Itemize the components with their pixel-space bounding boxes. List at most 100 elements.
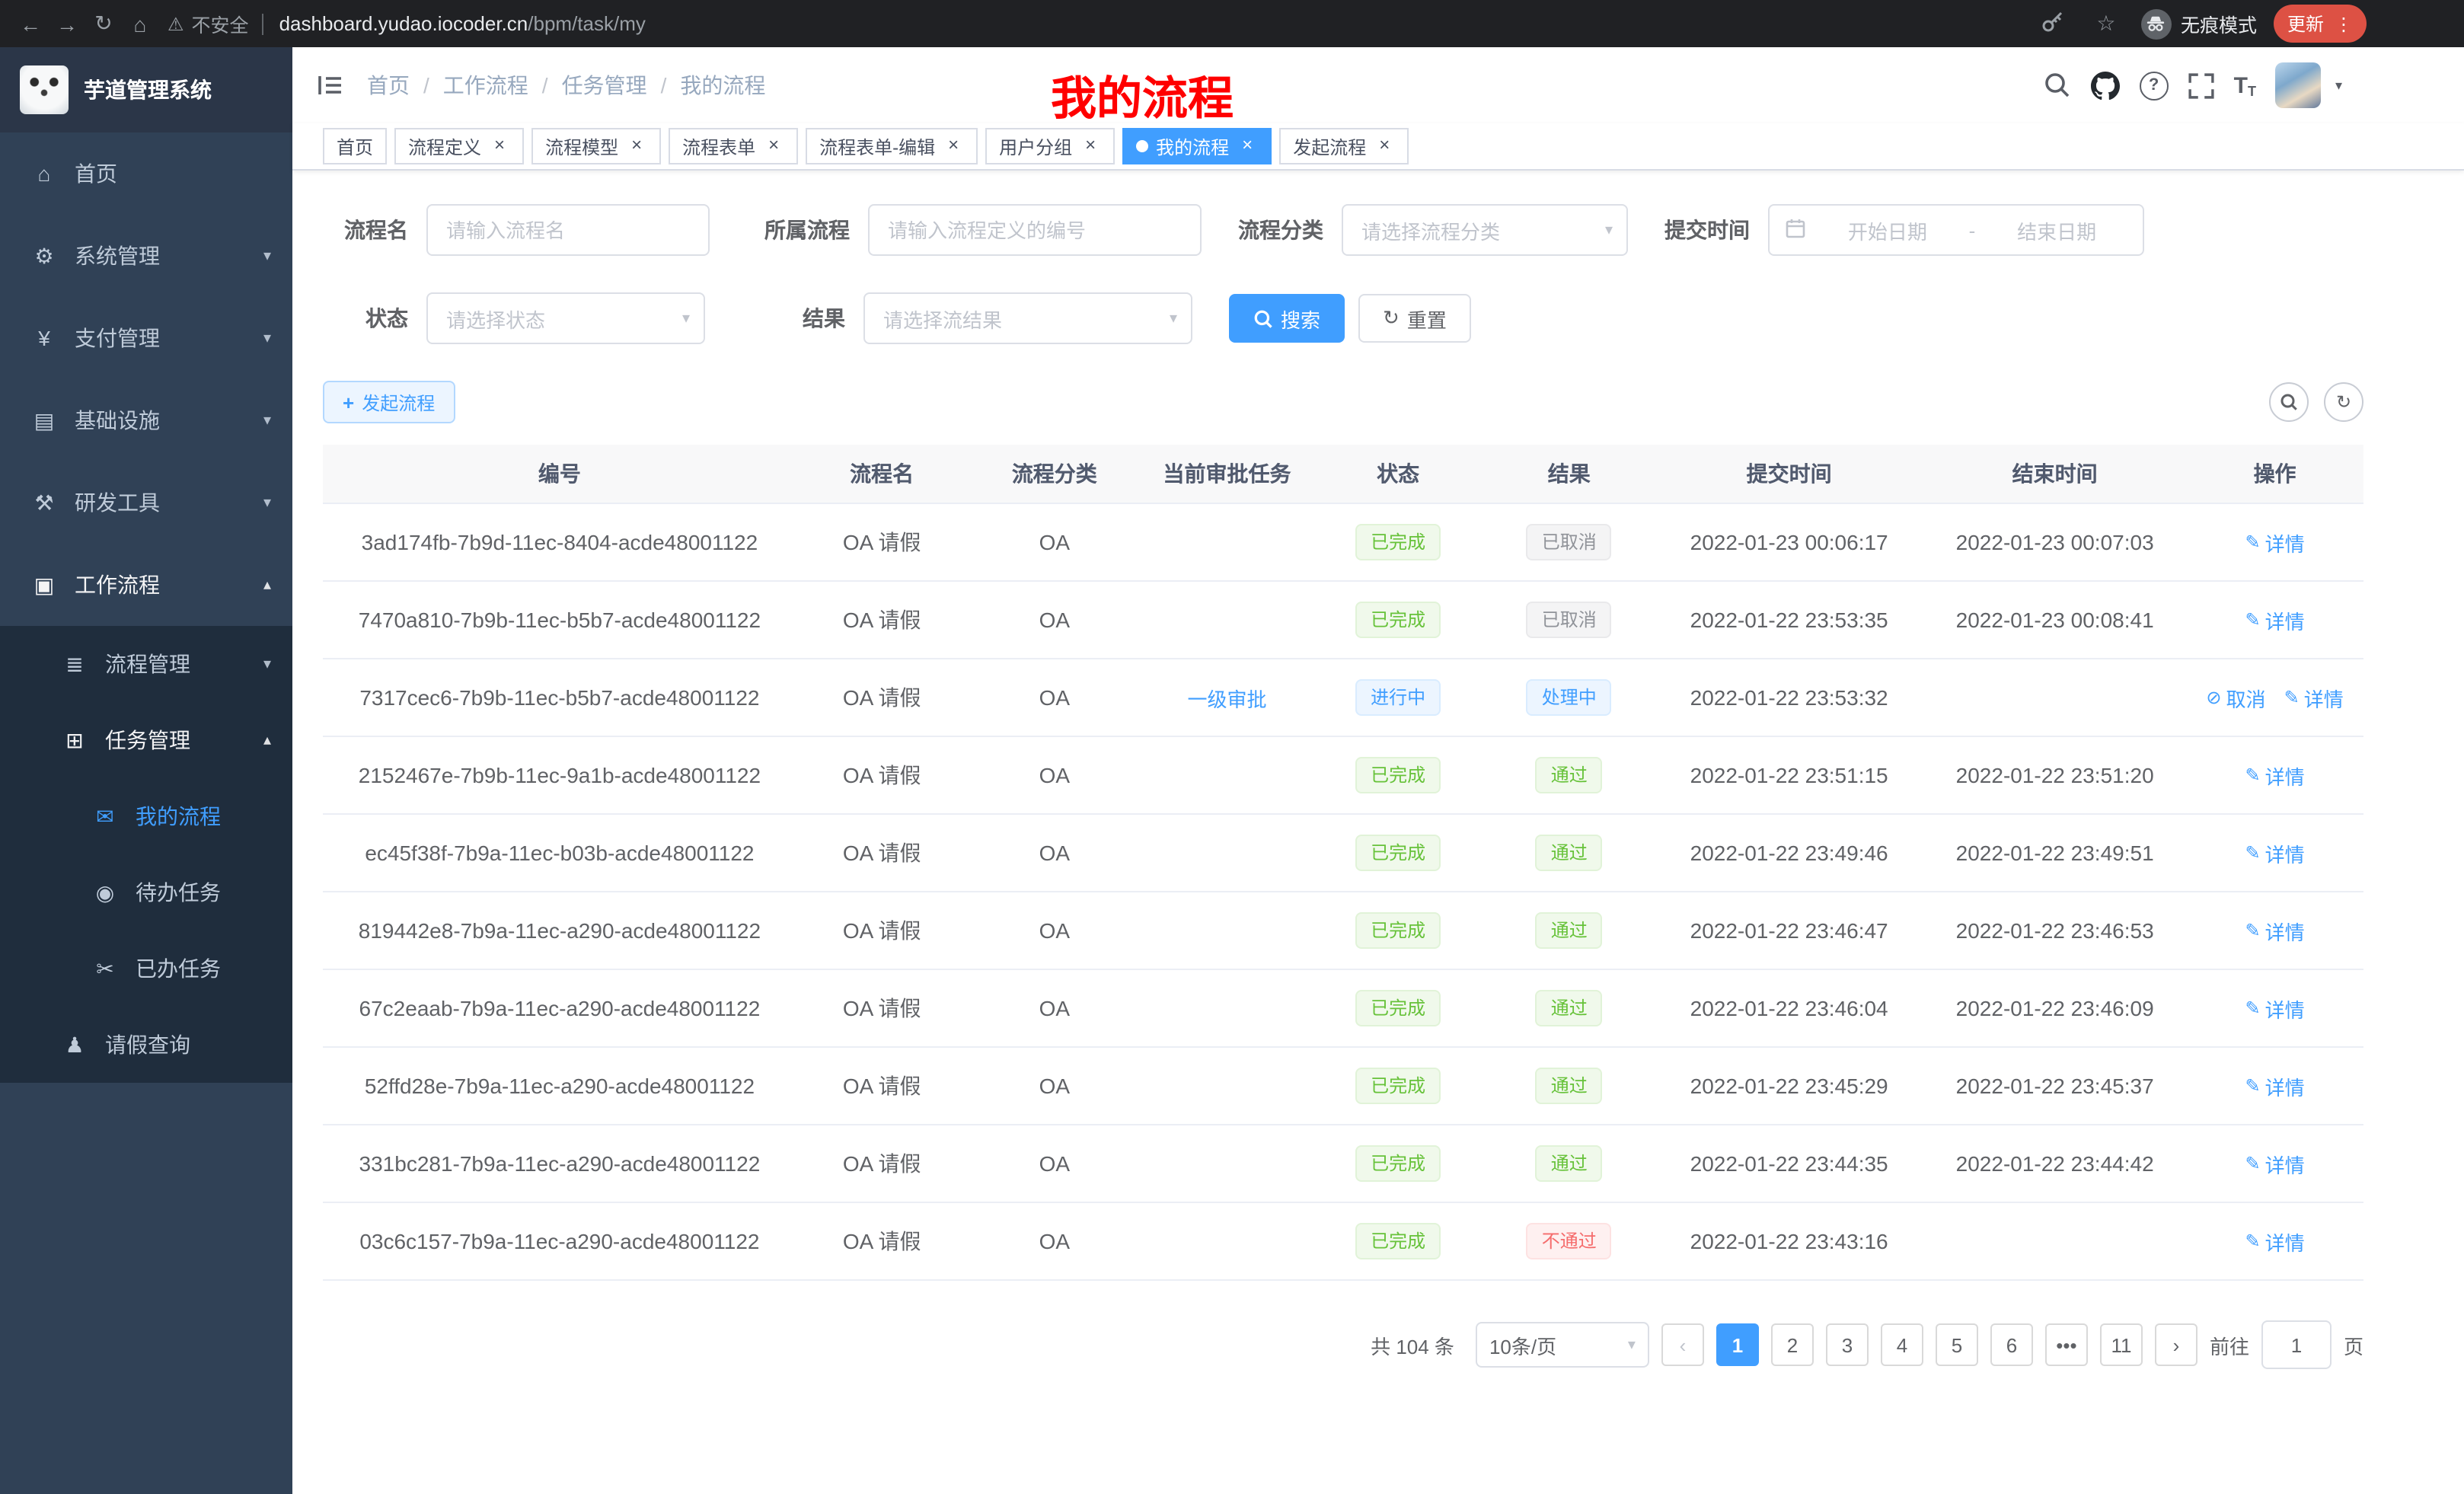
tab-4[interactable]: 流程表单-编辑× bbox=[806, 128, 978, 164]
breadcrumb-item[interactable]: 工作流程 bbox=[443, 70, 528, 101]
next-page-button[interactable]: › bbox=[2155, 1323, 2197, 1366]
page-button-2[interactable]: 2 bbox=[1771, 1323, 1814, 1366]
cell-status: 已完成 bbox=[1313, 814, 1484, 892]
page-button-5[interactable]: 5 bbox=[1936, 1323, 1978, 1366]
tab-1[interactable]: 流程定义× bbox=[394, 128, 524, 164]
detail-link[interactable]: ✎详情 bbox=[2284, 683, 2344, 712]
browser-forward-icon[interactable]: → bbox=[49, 11, 85, 36]
breadcrumb-item[interactable]: 首页 bbox=[367, 70, 410, 101]
sidebar-item-8[interactable]: ✉我的流程 bbox=[0, 778, 292, 854]
cell-result: 通过 bbox=[1483, 736, 1655, 814]
tab-3[interactable]: 流程表单× bbox=[669, 128, 798, 164]
close-icon[interactable]: × bbox=[943, 136, 964, 157]
jump-page-input[interactable] bbox=[2261, 1320, 2332, 1369]
category-select[interactable]: 请选择流程分类 ▾ bbox=[1342, 204, 1628, 256]
close-icon[interactable]: × bbox=[763, 136, 784, 157]
tab-2[interactable]: 流程模型× bbox=[531, 128, 661, 164]
select-placeholder: 请选择流结果 bbox=[883, 304, 1002, 333]
sidebar-item-9[interactable]: ◉待办任务 bbox=[0, 854, 292, 931]
sidebar-item-4[interactable]: ⚒研发工具▾ bbox=[0, 461, 292, 544]
font-size-icon[interactable]: TT bbox=[2234, 72, 2256, 98]
process-name-input[interactable] bbox=[426, 204, 710, 256]
reset-button[interactable]: ↻ 重置 bbox=[1358, 294, 1471, 343]
prev-page-button[interactable]: ‹ bbox=[1661, 1323, 1704, 1366]
page-buttons: 123456 ••• 11 bbox=[1716, 1323, 2143, 1366]
browser-back-icon[interactable]: ← bbox=[12, 11, 49, 36]
cancel-link[interactable]: ⊘取消 bbox=[2206, 683, 2265, 712]
close-icon[interactable]: × bbox=[1237, 136, 1258, 157]
page-button-4[interactable]: 4 bbox=[1881, 1323, 1923, 1366]
table-row: 03c6c157-7b9a-11ec-a290-acde48001122OA 请… bbox=[323, 1202, 2363, 1280]
sidebar-item-6[interactable]: ≣流程管理▾ bbox=[0, 626, 292, 702]
sidebar-item-11[interactable]: ♟请假查询 bbox=[0, 1007, 292, 1083]
detail-link[interactable]: ✎详情 bbox=[2245, 605, 2305, 634]
sidebar-item-3[interactable]: ▤基础设施▾ bbox=[0, 379, 292, 461]
search-button[interactable]: 搜索 bbox=[1229, 294, 1345, 343]
detail-link[interactable]: ✎详情 bbox=[2245, 916, 2305, 945]
security-label[interactable]: 不安全 bbox=[192, 9, 249, 38]
cancel-icon: ⊘ bbox=[2206, 687, 2221, 708]
detail-link[interactable]: ✎详情 bbox=[2245, 1149, 2305, 1178]
tab-0[interactable]: 首页 bbox=[323, 128, 387, 164]
close-icon[interactable]: × bbox=[1374, 136, 1395, 157]
sidebar-item-2[interactable]: ¥支付管理▾ bbox=[0, 297, 292, 379]
detail-link[interactable]: ✎详情 bbox=[2245, 994, 2305, 1023]
breadcrumb-item[interactable]: 任务管理 bbox=[562, 70, 647, 101]
page-size-select[interactable]: 10条/页 ▾ bbox=[1476, 1322, 1649, 1368]
detail-link[interactable]: ✎详情 bbox=[2245, 1227, 2305, 1256]
page-ellipsis[interactable]: ••• bbox=[2045, 1323, 2088, 1366]
sidebar-item-label: 流程管理 bbox=[105, 649, 263, 679]
tab-7[interactable]: 发起流程× bbox=[1279, 128, 1409, 164]
detail-link[interactable]: ✎详情 bbox=[2245, 528, 2305, 557]
start-date-placeholder[interactable]: 开始日期 bbox=[1817, 215, 1958, 244]
search-icon[interactable] bbox=[2044, 72, 2071, 99]
github-icon[interactable] bbox=[2091, 71, 2120, 100]
sidebar-logo[interactable]: 芋道管理系统 bbox=[0, 47, 292, 132]
close-icon[interactable]: × bbox=[626, 136, 647, 157]
address-bar[interactable]: ⚠ 不安全 dashboard.yudao.iocoder.cn/bpm/tas… bbox=[168, 9, 2035, 38]
result-tag: 通过 bbox=[1536, 1068, 1603, 1104]
browser-home-icon[interactable]: ⌂ bbox=[122, 11, 158, 36]
sidebar-item-10[interactable]: ✂已办任务 bbox=[0, 931, 292, 1007]
cell-status: 已完成 bbox=[1313, 969, 1484, 1047]
avatar[interactable] bbox=[2276, 62, 2322, 108]
page-button-6[interactable]: 6 bbox=[1990, 1323, 2033, 1366]
refresh-button[interactable]: ↻ bbox=[2324, 382, 2363, 422]
cell-process-name: OA 请假 bbox=[796, 1202, 968, 1280]
incognito-profile-chip[interactable]: 无痕模式 bbox=[2141, 8, 2257, 39]
page-button-1[interactable]: 1 bbox=[1716, 1323, 1759, 1366]
create-process-button[interactable]: + 发起流程 bbox=[323, 381, 455, 423]
column-header: 编号 bbox=[323, 445, 796, 503]
bookmark-star-icon[interactable]: ☆ bbox=[2088, 11, 2124, 37]
hamburger-icon[interactable] bbox=[317, 73, 344, 97]
sidebar-item-1[interactable]: ⚙系统管理▾ bbox=[0, 215, 292, 297]
sidebar-item-5[interactable]: ▣工作流程▴ bbox=[0, 544, 292, 626]
date-range-picker[interactable]: 开始日期 - 结束日期 bbox=[1768, 204, 2144, 256]
status-select[interactable]: 请选择状态 ▾ bbox=[426, 292, 705, 344]
end-date-placeholder[interactable]: 结束日期 bbox=[1986, 215, 2127, 244]
toggle-search-button[interactable] bbox=[2269, 382, 2309, 422]
detail-link[interactable]: ✎详情 bbox=[2245, 1071, 2305, 1100]
detail-link[interactable]: ✎详情 bbox=[2245, 838, 2305, 867]
fullscreen-icon[interactable] bbox=[2188, 72, 2214, 98]
tab-5[interactable]: 用户分组× bbox=[985, 128, 1115, 164]
detail-link[interactable]: ✎详情 bbox=[2245, 761, 2305, 790]
page-button-11[interactable]: 11 bbox=[2100, 1323, 2143, 1366]
current-task-link[interactable]: 一级审批 bbox=[1187, 688, 1266, 710]
sidebar-item-7[interactable]: ⊞任务管理▴ bbox=[0, 702, 292, 778]
close-icon[interactable]: × bbox=[1080, 136, 1101, 157]
password-key-icon[interactable] bbox=[2035, 9, 2071, 38]
url-text[interactable]: dashboard.yudao.iocoder.cn/bpm/task/my bbox=[279, 12, 646, 35]
process-definition-input[interactable] bbox=[868, 204, 1202, 256]
help-icon[interactable]: ? bbox=[2140, 71, 2169, 100]
update-button[interactable]: 更新 ⋮ bbox=[2274, 5, 2367, 43]
close-icon[interactable]: × bbox=[489, 136, 510, 157]
tab-label: 首页 bbox=[337, 133, 373, 159]
sidebar-item-0[interactable]: ⌂首页 bbox=[0, 132, 292, 215]
avatar-caret-icon[interactable]: ▾ bbox=[2335, 77, 2342, 94]
page-button-3[interactable]: 3 bbox=[1826, 1323, 1869, 1366]
result-select[interactable]: 请选择流结果 ▾ bbox=[863, 292, 1192, 344]
browser-menu-icon[interactable]: ⋮ bbox=[2335, 14, 2353, 33]
browser-reload-icon[interactable]: ↻ bbox=[85, 11, 122, 37]
tab-6[interactable]: 我的流程× bbox=[1122, 128, 1272, 164]
